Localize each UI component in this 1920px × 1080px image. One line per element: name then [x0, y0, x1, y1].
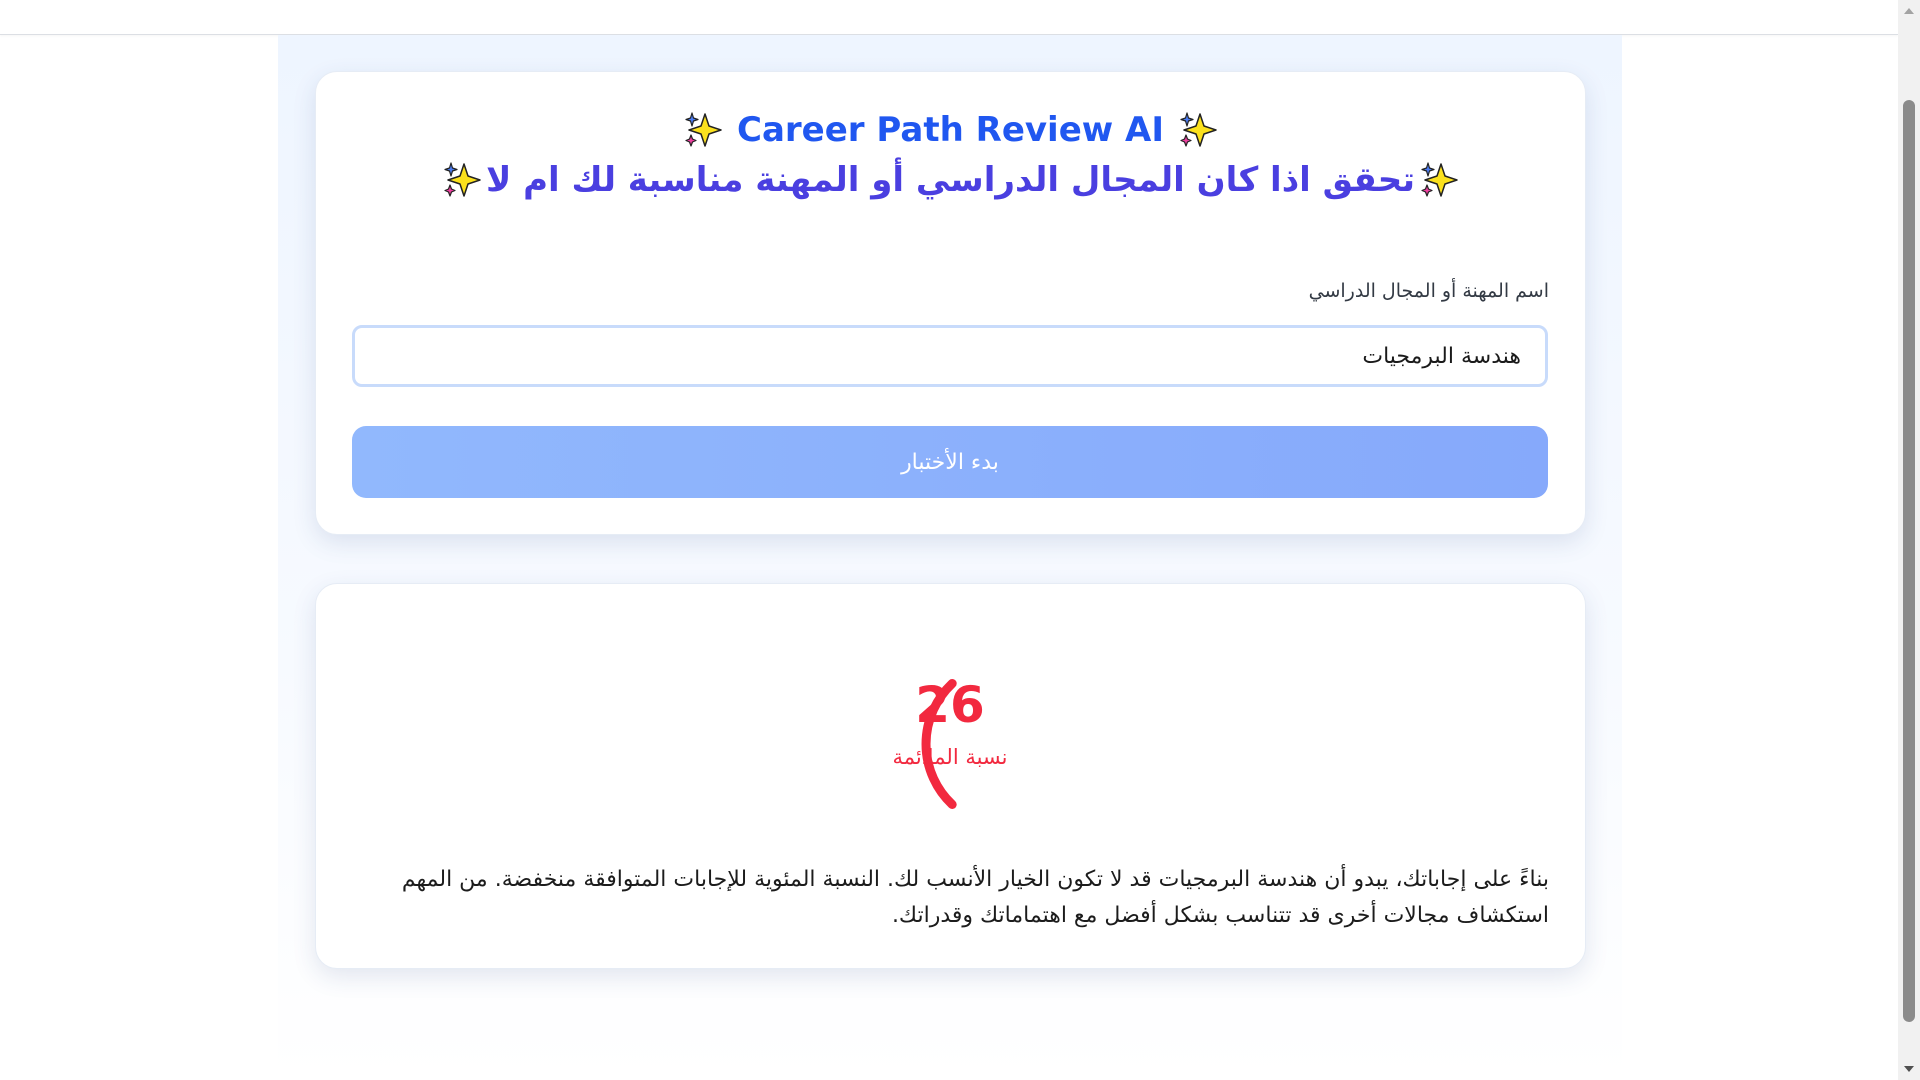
career-form-card: Career Path Review AI تحقق اذا كان المجا… — [315, 71, 1586, 535]
scroll-down-arrow-icon[interactable] — [1904, 1066, 1914, 1072]
sparkles-icon — [1421, 162, 1458, 197]
scroll-up-arrow-icon[interactable] — [1904, 8, 1914, 14]
start-test-button[interactable]: بدء الأختبار — [352, 426, 1548, 498]
match-score: 26 — [915, 676, 985, 734]
app-subtitle-text: تحقق اذا كان المجال الدراسي أو المهنة من… — [485, 160, 1416, 200]
page-scrollbar[interactable] — [1898, 0, 1920, 1080]
result-description: بناءً على إجاباتك، يبدو أن هندسة البرمجي… — [401, 867, 1549, 928]
result-card: 26 نسبة الملائمة بناءً على إجاباتك، يبدو… — [315, 583, 1586, 969]
sparkles-icon — [685, 112, 722, 147]
career-field-input[interactable] — [352, 325, 1548, 387]
match-score-label: نسبة الملائمة — [892, 745, 1008, 769]
career-field-label: اسم المهنة أو المجال الدراسي — [1308, 280, 1549, 302]
sparkles-icon — [444, 162, 481, 197]
browser-top-bar — [0, 0, 1898, 35]
app-title-text: Career Path Review AI — [737, 110, 1164, 150]
app-subtitle: تحقق اذا كان المجال الدراسي أو المهنة من… — [316, 160, 1585, 200]
sparkles-icon — [1180, 112, 1217, 147]
app-title: Career Path Review AI — [316, 110, 1585, 150]
scrollbar-thumb[interactable] — [1903, 100, 1915, 1022]
